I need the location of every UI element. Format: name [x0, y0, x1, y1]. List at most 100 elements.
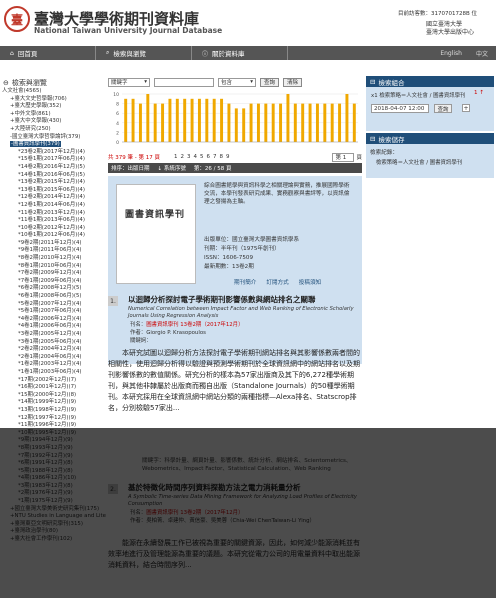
date-field[interactable]: 2018-04-07 12:00	[371, 104, 429, 113]
bar-2016[interactable]	[345, 94, 349, 142]
journal-link[interactable]: 圖書資訊學刊 13卷2期（2017年12月）	[146, 322, 243, 328]
tree-item[interactable]: +國立臺灣大學美術史研究集刊(175)	[0, 506, 106, 514]
collapse-icon[interactable]: ⊖	[3, 79, 9, 87]
tree-item[interactable]: *14卷2期(2016年12月)(5)	[0, 164, 106, 172]
bar-2002[interactable]	[242, 108, 246, 142]
tree-item[interactable]: *1卷2期(2003年12月)(4)	[0, 361, 106, 369]
bar-2011[interactable]	[308, 103, 312, 142]
bar-1983[interactable]	[138, 103, 142, 142]
tree-item[interactable]: +臺大歷史學報(352)	[0, 103, 106, 111]
bar-1976[interactable]	[131, 98, 135, 142]
article-keywords[interactable]: 關鍵字：科學計量、網頁計量、影響係數、統計分析、網站排名、Scientometr…	[142, 458, 362, 473]
page-select[interactable]: 第 1	[332, 152, 355, 162]
journal-cover[interactable]: 圖書資訊學刊	[116, 184, 196, 284]
tree-item[interactable]: +臺大社會工作學刊(102)	[0, 536, 106, 544]
article-title[interactable]: 基於特徵化時間序列資料探勘方法之電力消耗量分析	[128, 482, 360, 493]
bar-1997[interactable]	[205, 98, 209, 142]
link-submit[interactable]: 投稿須知	[299, 278, 321, 286]
tree-item[interactable]: *11卷1期(2013年06月)(4)	[0, 217, 106, 225]
history-query-button[interactable]: 查詢	[434, 104, 452, 113]
journal-link[interactable]: 圖書資訊學刊 13卷2期（2017年12月）	[146, 510, 243, 516]
tree-item[interactable]: *6期(1991年12月)(8)	[0, 460, 106, 468]
bar-2012[interactable]	[315, 103, 319, 142]
bar-2017[interactable]	[352, 103, 356, 142]
link-intro[interactable]: 期刊簡介	[234, 278, 256, 286]
operator-select[interactable]: 包含 ▾	[218, 77, 256, 87]
field-select[interactable]: 關鍵字 ▾	[108, 77, 150, 87]
nav-search-browse[interactable]: ⌕ 檢索與瀏覽	[96, 46, 192, 60]
bar-2009[interactable]	[293, 103, 297, 142]
bar-2004[interactable]	[256, 103, 260, 142]
tree-item[interactable]: *5卷1期(2007年06月)(4)	[0, 308, 106, 316]
nav-home[interactable]: ⌂ 回首頁	[0, 46, 96, 60]
bar-2007[interactable]	[279, 103, 283, 142]
page-link[interactable]: 6	[206, 154, 210, 160]
tree-item[interactable]: *13卷2期(2015年12月)(4)	[0, 179, 106, 187]
tree-item[interactable]: *10卷1期(2012年06月)(4)	[0, 232, 106, 240]
tree-item[interactable]: *16期(2001年12月)(7)	[0, 384, 106, 392]
bar-1991[interactable]	[161, 103, 165, 142]
tree-item[interactable]: *2期(1976年12月)(9)	[0, 490, 106, 498]
bar-2005[interactable]	[264, 103, 268, 142]
tree-item[interactable]: *8卷2期(2010年12月)(4)	[0, 255, 106, 263]
tree-item[interactable]: *12期(1997年12月)(9)	[0, 415, 106, 423]
page-link[interactable]: 4	[193, 154, 197, 160]
bar-1993[interactable]	[175, 98, 179, 142]
sort-order[interactable]: 排序：出版日期	[111, 164, 150, 172]
tree-item[interactable]: *2卷2期(2004年12月)(4)	[0, 346, 106, 354]
tree-item[interactable]: +大陸研究(250)	[0, 126, 106, 134]
tree-item[interactable]: *3卷2期(2005年12月)(4)	[0, 331, 106, 339]
tree-item[interactable]: *14期(1999年12月)(9)	[0, 399, 106, 407]
bar-2001[interactable]	[234, 108, 238, 142]
collapse-icon[interactable]: ⊟	[370, 135, 375, 143]
tree-item[interactable]: *12卷1期(2014年06月)(4)	[0, 202, 106, 210]
tree-item[interactable]: *1期(1975年12月)(9)	[0, 498, 106, 506]
page-link[interactable]: 8	[219, 154, 223, 160]
bar-2014[interactable]	[330, 103, 334, 142]
saved-link[interactable]: 檢索策略＝人文社會 / 圖書資訊學刊	[376, 158, 462, 166]
author-link[interactable]: Giorgio P. Krasopoulos	[146, 330, 206, 336]
bar-2008[interactable]	[286, 94, 290, 142]
history-record[interactable]: x1 檢索策略＝人文社會 / 圖書資訊學刊	[371, 91, 465, 99]
author-link[interactable]: 吳柏菁、卓建仲、黃信豪、吳美蓉（Chia-Wei ChenTaiwan-Li Y…	[146, 518, 315, 524]
nav-about[interactable]: ⓘ 關於資料庫	[192, 46, 288, 60]
bar-2000[interactable]	[227, 103, 231, 142]
tree-item[interactable]: *4卷1期(2006年06月)(4)	[0, 323, 106, 331]
bar-2010[interactable]	[301, 103, 305, 142]
bar-1992[interactable]	[168, 98, 172, 142]
tree-item[interactable]: *4期(1986年12月)(10)	[0, 475, 106, 483]
tree-item[interactable]: 人文社會(4565)	[0, 88, 106, 96]
article-title[interactable]: 以迴歸分析探討電子學術期刊影響係數與網站排名之關聯	[128, 294, 360, 305]
bar-2006[interactable]	[271, 103, 275, 142]
tree-item[interactable]: *12卷2期(2014年12月)(4)	[0, 194, 106, 202]
page-link[interactable]: 2	[180, 154, 184, 160]
tree-item[interactable]: *9期(1994年12月)(9)	[0, 437, 106, 445]
tree-item[interactable]: +臺大中文學報(430)	[0, 118, 106, 126]
bar-2003[interactable]	[249, 103, 253, 142]
tree-item[interactable]: *6卷1期(2008年06月)(5)	[0, 293, 106, 301]
tree-item[interactable]: *8期(1993年12月)(9)	[0, 445, 106, 453]
page-link[interactable]: 3	[187, 154, 191, 160]
tree-item[interactable]: *7期(1992年12月)(9)	[0, 453, 106, 461]
lang-english[interactable]: English	[440, 50, 462, 57]
tree-item[interactable]: *1卷1期(2003年06月)(4)	[0, 369, 106, 377]
page-link[interactable]: 9	[226, 154, 230, 160]
page-link[interactable]: 5	[200, 154, 204, 160]
search-input[interactable]	[154, 77, 214, 87]
tree-item[interactable]: +臺灣政治學刊(80)	[0, 528, 106, 536]
bar-1988[interactable]	[153, 103, 157, 142]
tree-item[interactable]: *11卷2期(2013年12月)(4)	[0, 210, 106, 218]
tree-item[interactable]: *7卷2期(2009年12月)(4)	[0, 270, 106, 278]
bar-1994[interactable]	[183, 98, 187, 142]
page-link[interactable]: 7	[213, 154, 217, 160]
collapse-icon[interactable]: ⊟	[370, 78, 375, 86]
bar-1999[interactable]	[220, 98, 224, 142]
tree-item[interactable]: *14卷1期(2016年06月)(5)	[0, 172, 106, 180]
tree-item[interactable]: *15卷1期(2017年06月)(4)	[0, 156, 106, 164]
page-link[interactable]: 1	[174, 154, 178, 160]
sort-direction[interactable]: ↓ 系統序號	[158, 164, 186, 172]
link-subscribe[interactable]: 訂閱方式	[266, 278, 288, 286]
tree-item[interactable]: *13期(1998年12月)(9)	[0, 407, 106, 415]
clear-button[interactable]: 清除	[283, 77, 303, 87]
bar-1995[interactable]	[190, 98, 194, 142]
